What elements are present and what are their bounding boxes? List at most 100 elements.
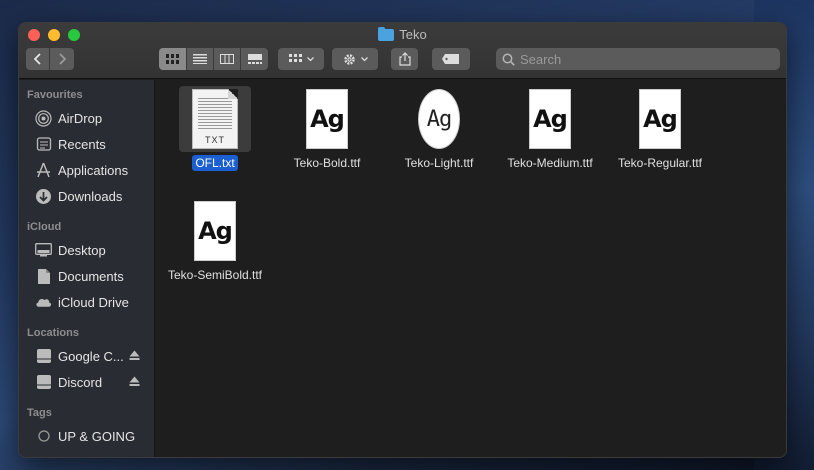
- drive-icon: [35, 374, 52, 391]
- font-preview: Ag: [418, 89, 460, 149]
- sidebar-item-label: Recents: [58, 136, 106, 152]
- chevron-left-icon: [33, 53, 41, 65]
- folder-icon: [378, 26, 395, 41]
- sidebar-item-airdrop[interactable]: AirDrop: [19, 105, 154, 131]
- font-preview: Ag: [194, 201, 236, 261]
- sidebar-item-icloud-drive[interactable]: iCloud Drive: [19, 289, 154, 315]
- sidebar-item-label: iCloud Drive: [58, 294, 129, 310]
- file-name: Teko-Bold.ttf: [273, 156, 381, 170]
- navigation-buttons: [26, 48, 74, 70]
- sidebar-item-label: Documents: [58, 268, 124, 284]
- icon-grid-icon: [165, 54, 179, 64]
- sidebar-item-tag-up-and-going[interactable]: UP & GOING: [19, 423, 154, 449]
- gallery-icon: [247, 54, 262, 64]
- sidebar-item-label: UP & GOING: [58, 428, 136, 444]
- download-icon: [35, 188, 52, 205]
- file-name: Teko-Regular.ttf: [606, 156, 714, 170]
- file-item-teko-semibold[interactable]: Ag Teko-SemiBold.ttf: [161, 198, 269, 282]
- applications-icon: [35, 162, 52, 179]
- tag-circle-icon: [35, 428, 52, 445]
- eject-icon[interactable]: [129, 349, 140, 364]
- share-button-group: [391, 48, 418, 70]
- search-field[interactable]: [496, 48, 780, 70]
- file-thumbnail: Ag: [403, 86, 475, 152]
- file-thumbnail: Ag: [179, 198, 251, 264]
- file-item-teko-light[interactable]: Ag Teko-Light.ttf: [385, 86, 493, 170]
- cloud-icon: [35, 294, 52, 311]
- chevron-right-icon: [59, 53, 66, 65]
- gear-icon: [343, 53, 355, 65]
- group-by-button[interactable]: [278, 48, 324, 70]
- file-item-teko-bold[interactable]: Ag Teko-Bold.ttf: [273, 86, 381, 170]
- sidebar-section-favourites: Favourites: [27, 89, 83, 101]
- file-item-ofl-txt[interactable]: TXT OFL.txt: [161, 86, 269, 171]
- sidebar-item-recents[interactable]: Recents: [19, 131, 154, 157]
- airdrop-icon: [35, 109, 52, 127]
- file-name: Teko-SemiBold.ttf: [161, 268, 269, 282]
- finder-window: Teko Search Favourites AirDrop Recents A…: [18, 22, 787, 458]
- chevron-down-icon: [306, 56, 314, 61]
- file-thumbnail: Ag: [291, 86, 363, 152]
- sidebar-item-desktop[interactable]: Desktop: [19, 237, 154, 263]
- file-thumbnail: Ag: [624, 86, 696, 152]
- font-preview: Ag: [306, 89, 348, 149]
- sidebar-item-label: Applications: [58, 162, 129, 178]
- tag-icon: [442, 54, 459, 64]
- file-name-text: Teko-Bold.ttf: [293, 156, 361, 170]
- sidebar-section-tags: Tags: [27, 407, 52, 419]
- font-preview: Ag: [529, 89, 571, 149]
- group-by-dropdown[interactable]: [278, 48, 324, 70]
- list-icon: [193, 54, 207, 64]
- column-view-button[interactable]: [214, 48, 241, 70]
- sidebar-item-documents[interactable]: Documents: [19, 263, 154, 289]
- list-view-button[interactable]: [187, 48, 214, 70]
- file-name: Teko-Medium.ttf: [496, 156, 604, 170]
- text-document-icon: TXT: [192, 89, 238, 149]
- file-name-text: Teko-Light.ttf: [404, 156, 474, 170]
- drive-icon: [35, 348, 52, 365]
- sidebar-item-google-drive[interactable]: Google C...: [19, 343, 154, 369]
- file-name: OFL.txt: [161, 155, 269, 171]
- clock-icon: [35, 136, 52, 153]
- back-button[interactable]: [26, 48, 50, 70]
- tags-button[interactable]: [432, 48, 470, 70]
- action-button[interactable]: [332, 48, 378, 70]
- file-thumbnail: TXT: [179, 86, 251, 152]
- action-dropdown[interactable]: [332, 48, 378, 70]
- sidebar-item-label: Discord: [58, 374, 103, 390]
- desktop-icon: [35, 242, 52, 259]
- icon-view-button[interactable]: [159, 48, 187, 70]
- forward-button[interactable]: [50, 48, 74, 70]
- group-grid-icon: [288, 54, 302, 62]
- file-browser-content: TXT OFL.txt Ag Teko-Bold.ttf Ag Teko-Lig…: [156, 80, 786, 457]
- file-name-text: Teko-Medium.ttf: [507, 156, 593, 170]
- file-name-text: OFL.txt: [192, 155, 238, 171]
- window-title-text: Teko: [399, 27, 427, 42]
- file-name-text: Teko-SemiBold.ttf: [167, 268, 263, 282]
- tags-button-group: [432, 48, 470, 70]
- window-title: Teko: [19, 26, 786, 42]
- sidebar: Favourites AirDrop Recents Applications …: [19, 80, 155, 457]
- sidebar-section-locations: Locations: [27, 327, 79, 339]
- sidebar-item-discord[interactable]: Discord: [19, 369, 154, 395]
- file-extension-label: TXT: [205, 135, 225, 145]
- sidebar-item-downloads[interactable]: Downloads: [19, 183, 154, 209]
- file-name: Teko-Light.ttf: [385, 156, 493, 170]
- search-input[interactable]: [520, 51, 760, 67]
- sidebar-item-label: Desktop: [58, 242, 106, 258]
- sidebar-item-applications[interactable]: Applications: [19, 157, 154, 183]
- sidebar-section-icloud: iCloud: [27, 221, 62, 233]
- share-button[interactable]: [391, 48, 418, 70]
- gallery-view-button[interactable]: [241, 48, 268, 70]
- font-preview: Ag: [639, 89, 681, 149]
- eject-icon[interactable]: [129, 375, 140, 390]
- file-thumbnail: Ag: [514, 86, 586, 152]
- file-name-text: Teko-Regular.ttf: [617, 156, 703, 170]
- file-item-teko-regular[interactable]: Ag Teko-Regular.ttf: [606, 86, 714, 170]
- document-icon: [35, 268, 52, 285]
- sidebar-item-label: Google C...: [58, 348, 124, 364]
- file-item-teko-medium[interactable]: Ag Teko-Medium.ttf: [496, 86, 604, 170]
- view-mode-buttons: [159, 48, 268, 70]
- titlebar: Teko: [19, 23, 786, 79]
- chevron-down-icon: [360, 56, 368, 61]
